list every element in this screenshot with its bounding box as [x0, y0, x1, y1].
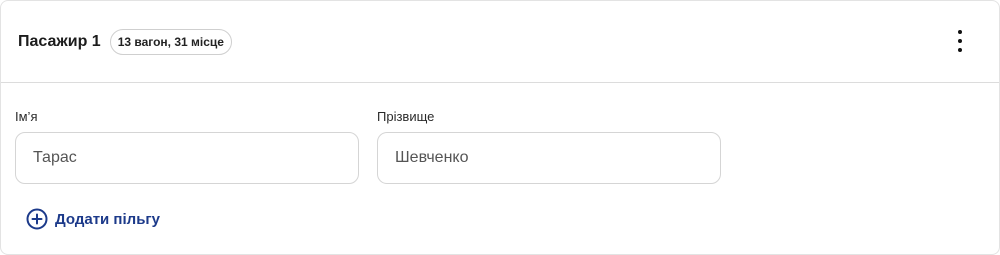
kebab-dot — [958, 48, 962, 52]
last-name-label: Прізвище — [377, 109, 435, 124]
add-discount-label: Додати пільгу — [55, 210, 160, 228]
more-vertical-icon[interactable] — [950, 28, 970, 54]
seat-badge: 13 вагон, 31 місце — [109, 28, 232, 55]
name-fields: Ім’я Прізвище — [15, 109, 721, 184]
kebab-dot — [958, 30, 962, 34]
passenger-card: Пасажир 1 13 вагон, 31 місце Ім’я Прізви… — [0, 0, 1000, 255]
passenger-title: Пасажир 1 — [18, 32, 101, 50]
kebab-dot — [958, 39, 962, 43]
add-discount-button[interactable]: Додати пільгу — [26, 208, 160, 230]
last-name-field: Прізвище — [377, 109, 721, 184]
first-name-label: Ім’я — [15, 109, 38, 124]
passenger-header: Пасажир 1 13 вагон, 31 місце — [1, 1, 999, 83]
first-name-input[interactable] — [15, 132, 359, 184]
first-name-field: Ім’я — [15, 109, 359, 184]
plus-circle-icon — [26, 208, 48, 230]
last-name-input[interactable] — [377, 132, 721, 184]
